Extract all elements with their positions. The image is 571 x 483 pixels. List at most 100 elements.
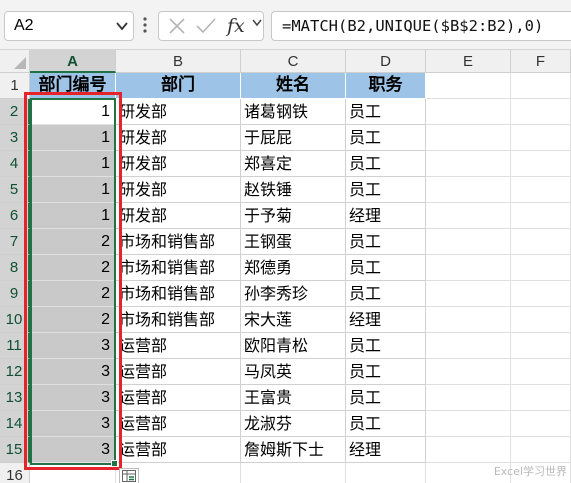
header-cell[interactable]: 部门 [116, 73, 241, 99]
data-cell[interactable]: 员工 [346, 359, 426, 385]
selected-cell[interactable]: 3 [30, 385, 116, 411]
cell[interactable] [511, 255, 571, 281]
data-cell[interactable]: 经理 [346, 307, 426, 333]
data-cell[interactable]: 孙李秀珍 [241, 281, 346, 307]
row-header-9[interactable]: 9 [0, 281, 30, 307]
cell[interactable] [511, 359, 571, 385]
header-cell[interactable]: 部门编号 [30, 73, 116, 99]
data-cell[interactable]: 员工 [346, 151, 426, 177]
select-all-button[interactable] [0, 50, 30, 73]
cancel-x-icon[interactable] [167, 16, 187, 36]
data-cell[interactable]: 员工 [346, 177, 426, 203]
cell[interactable] [30, 463, 116, 483]
data-cell[interactable]: 员工 [346, 333, 426, 359]
data-cell[interactable]: 研发部 [116, 99, 241, 125]
cell[interactable] [426, 229, 511, 255]
data-cell[interactable]: 詹姆斯下士 [241, 437, 346, 463]
header-cell[interactable]: 职务 [346, 73, 426, 99]
row-header-2[interactable]: 2 [0, 99, 30, 125]
row-header-6[interactable]: 6 [0, 203, 30, 229]
data-cell[interactable]: 运营部 [116, 359, 241, 385]
data-cell[interactable]: 员工 [346, 125, 426, 151]
cell[interactable] [426, 437, 511, 463]
row-header-13[interactable]: 13 [0, 385, 30, 411]
more-options-icon[interactable] [142, 14, 148, 36]
cell[interactable] [511, 307, 571, 333]
cell[interactable] [426, 385, 511, 411]
data-cell[interactable]: 经理 [346, 437, 426, 463]
selected-cell[interactable]: 1 [30, 125, 116, 151]
column-header-f[interactable]: F [511, 50, 571, 73]
row-header-1[interactable]: 1 [0, 73, 30, 99]
cell[interactable] [426, 333, 511, 359]
data-cell[interactable]: 员工 [346, 385, 426, 411]
data-cell[interactable]: 研发部 [116, 177, 241, 203]
cell[interactable] [426, 177, 511, 203]
selected-cell[interactable]: 3 [30, 359, 116, 385]
selected-cell[interactable]: 3 [30, 437, 116, 463]
cell[interactable] [511, 73, 571, 99]
row-header-10[interactable]: 10 [0, 307, 30, 333]
row-header-15[interactable]: 15 [0, 437, 30, 463]
selected-cell[interactable]: 3 [30, 411, 116, 437]
column-header-b[interactable]: B [116, 50, 241, 73]
data-cell[interactable]: 市场和销售部 [116, 229, 241, 255]
check-icon[interactable] [195, 16, 217, 36]
data-cell[interactable]: 郑德勇 [241, 255, 346, 281]
data-cell[interactable]: 经理 [346, 203, 426, 229]
data-cell[interactable]: 市场和销售部 [116, 307, 241, 333]
data-cell[interactable]: 运营部 [116, 411, 241, 437]
data-cell[interactable]: 研发部 [116, 125, 241, 151]
cell[interactable] [426, 125, 511, 151]
fill-handle[interactable] [111, 460, 118, 467]
cell[interactable] [426, 255, 511, 281]
cell[interactable] [511, 385, 571, 411]
column-header-c[interactable]: C [241, 50, 346, 73]
cell[interactable] [426, 411, 511, 437]
data-cell[interactable]: 研发部 [116, 151, 241, 177]
data-cell[interactable]: 员工 [346, 281, 426, 307]
cell[interactable] [511, 203, 571, 229]
data-cell[interactable]: 诸葛钢铁 [241, 99, 346, 125]
cell[interactable] [511, 281, 571, 307]
fx-chevron-down-icon[interactable] [252, 16, 262, 30]
row-header-4[interactable]: 4 [0, 151, 30, 177]
data-cell[interactable]: 员工 [346, 255, 426, 281]
data-cell[interactable]: 于予菊 [241, 203, 346, 229]
cell[interactable] [426, 151, 511, 177]
data-cell[interactable]: 运营部 [116, 333, 241, 359]
data-cell[interactable]: 运营部 [116, 385, 241, 411]
data-cell[interactable]: 宋大莲 [241, 307, 346, 333]
data-cell[interactable]: 王富贵 [241, 385, 346, 411]
data-cell[interactable]: 员工 [346, 99, 426, 125]
selected-cell[interactable]: 2 [30, 307, 116, 333]
row-header-11[interactable]: 11 [0, 333, 30, 359]
cell[interactable] [511, 125, 571, 151]
row-header-3[interactable]: 3 [0, 125, 30, 151]
cell[interactable] [426, 281, 511, 307]
data-cell[interactable]: 于屁屁 [241, 125, 346, 151]
selected-cell[interactable]: 1 [30, 177, 116, 203]
header-cell[interactable]: 姓名 [241, 73, 346, 99]
selected-cell[interactable]: 2 [30, 229, 116, 255]
cell[interactable] [426, 73, 511, 99]
data-cell[interactable]: 欧阳青松 [241, 333, 346, 359]
selected-cell[interactable]: 2 [30, 281, 116, 307]
cell[interactable] [511, 229, 571, 255]
selected-cell[interactable]: 1 [30, 151, 116, 177]
cell[interactable] [426, 203, 511, 229]
selected-cell[interactable]: 1 [30, 203, 116, 229]
selected-cell[interactable]: 3 [30, 333, 116, 359]
row-header-7[interactable]: 7 [0, 229, 30, 255]
column-header-d[interactable]: D [346, 50, 426, 73]
data-cell[interactable]: 运营部 [116, 437, 241, 463]
chevron-down-icon[interactable] [115, 19, 129, 33]
formula-input[interactable]: =MATCH(B2,UNIQUE($B$2:B2),0) [271, 11, 571, 41]
row-header-5[interactable]: 5 [0, 177, 30, 203]
cell[interactable] [426, 99, 511, 125]
cell[interactable] [511, 437, 571, 463]
data-cell[interactable]: 市场和销售部 [116, 281, 241, 307]
data-cell[interactable]: 郑喜定 [241, 151, 346, 177]
data-cell[interactable]: 员工 [346, 411, 426, 437]
cell[interactable] [511, 151, 571, 177]
